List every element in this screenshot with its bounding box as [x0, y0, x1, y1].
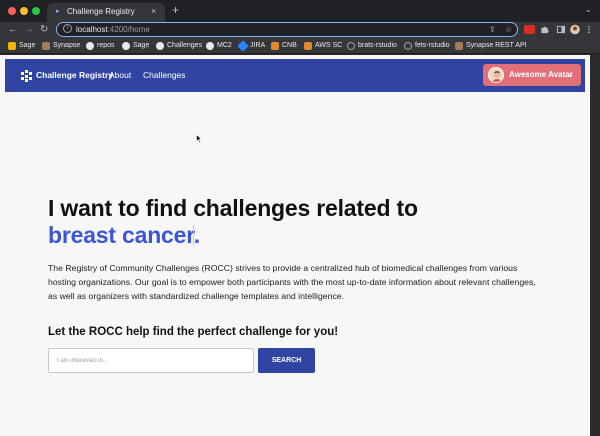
- bookmark-label: repos: [97, 42, 115, 49]
- bookmark-label: JIRA: [250, 42, 266, 49]
- globe-icon: [347, 41, 355, 50]
- nav-link-about[interactable]: About: [109, 69, 131, 82]
- share-icon[interactable]: ⇪: [489, 24, 496, 35]
- chevron-icon: ▸: [56, 8, 60, 15]
- bookmark-label: Synapse REST API: [466, 42, 527, 49]
- window-close-button[interactable]: [8, 7, 16, 15]
- page-viewport: Challenge Registry About Challenges Awes…: [0, 55, 600, 436]
- bookmark-synapse-rest-api[interactable]: Synapse REST API: [455, 40, 527, 51]
- typing-caret: [193, 225, 194, 245]
- logo-icon[interactable]: [21, 70, 33, 82]
- hero-topic: breast cancer.: [48, 222, 200, 248]
- github-icon: [86, 41, 94, 50]
- user-name: Awesome Avatar: [509, 70, 573, 79]
- mouse-cursor-icon: [196, 134, 202, 143]
- close-icon[interactable]: ×: [151, 5, 156, 18]
- sage-icon: [8, 41, 16, 50]
- new-tab-button[interactable]: +: [172, 4, 179, 17]
- avatar: [488, 67, 504, 83]
- bookmark-synapse[interactable]: Synapse: [42, 40, 80, 51]
- address-url[interactable]: localhost:4200/home: [76, 24, 150, 35]
- bookmark-label: AWS SC: [315, 42, 343, 49]
- bookmark-label: Sage: [19, 42, 36, 49]
- bookmark-label: Synapse: [53, 42, 81, 49]
- bookmark-sage-github[interactable]: Sage: [122, 40, 149, 51]
- user-menu-button[interactable]: Awesome Avatar ⌄: [483, 64, 581, 86]
- bookmark-label: fets-rstudio: [415, 42, 450, 49]
- window-edge: [590, 55, 600, 436]
- chevron-down-icon: ⌄: [567, 70, 574, 79]
- address-bar[interactable]: i localhost:4200/home ⇪ ☆: [56, 22, 518, 37]
- bookmark-repos[interactable]: repos: [86, 40, 115, 51]
- aws-icon: [271, 41, 279, 50]
- puzzle-icon[interactable]: [540, 25, 550, 34]
- bookmark-label: Sage: [133, 42, 150, 49]
- window-maximize-button[interactable]: [32, 7, 40, 15]
- search-prompt-heading: Let the ROCC help find the perfect chall…: [48, 326, 339, 338]
- app-navbar: Challenge Registry About Challenges Awes…: [5, 59, 585, 92]
- synapse-icon: [455, 41, 463, 50]
- avatar-face-icon: [492, 71, 502, 82]
- bookmark-challenges[interactable]: Challenges: [156, 40, 202, 51]
- side-panel-icon[interactable]: [556, 25, 566, 34]
- forward-button[interactable]: →: [24, 23, 34, 36]
- address-path: :4200/home: [107, 25, 150, 34]
- hero-title: I want to find challenges related to: [48, 195, 418, 221]
- aws-icon: [304, 41, 312, 50]
- bookmark-label: Challenges: [167, 42, 203, 49]
- tab-title: Challenge Registry: [67, 7, 135, 16]
- synapse-icon: [42, 41, 50, 50]
- chevron-down-icon[interactable]: ⌄: [585, 5, 592, 14]
- bookmark-aws-sc[interactable]: AWS SC: [304, 40, 342, 51]
- search-input[interactable]: [48, 348, 254, 373]
- more-menu-icon[interactable]: [586, 25, 592, 34]
- browser-tab-strip: ▸ Challenge Registry × + ⌄: [0, 0, 600, 22]
- back-button[interactable]: ←: [8, 23, 18, 36]
- bookmark-jira[interactable]: JIRA: [237, 39, 266, 52]
- bookmarks-bar: Sage Synapse repos Sage Challenges MC2 J…: [0, 37, 600, 54]
- bookmark-label: MC2: [217, 42, 232, 49]
- search-button[interactable]: SEARCH: [258, 348, 315, 373]
- address-host: localhost: [76, 25, 108, 34]
- bookmark-fets-rstudio[interactable]: fets-rstudio: [404, 40, 450, 51]
- browser-tab[interactable]: ▸ Challenge Registry ×: [47, 3, 165, 22]
- window-minimize-button[interactable]: [20, 7, 28, 15]
- reload-button[interactable]: ↻: [40, 23, 48, 36]
- intro-paragraph: The Registry of Community Challenges (RO…: [48, 263, 536, 301]
- github-icon: [206, 41, 214, 50]
- bookmark-cnb[interactable]: CNB: [271, 40, 297, 51]
- github-icon: [122, 41, 130, 50]
- bookmark-label: CNB: [282, 42, 297, 49]
- jira-icon: [237, 39, 249, 52]
- bookmark-sage[interactable]: Sage: [8, 40, 35, 51]
- globe-icon: [404, 41, 412, 50]
- github-icon: [156, 41, 164, 50]
- extension-icon[interactable]: [524, 25, 535, 34]
- bookmark-brats-rstudio[interactable]: brats-rstudio: [347, 40, 397, 51]
- profile-avatar-icon[interactable]: [570, 24, 580, 35]
- info-icon[interactable]: i: [63, 24, 72, 33]
- nav-link-challenges[interactable]: Challenges: [143, 69, 186, 82]
- star-icon[interactable]: ☆: [505, 24, 512, 35]
- brand-link[interactable]: Challenge Registry: [36, 69, 113, 82]
- bookmark-label: brats-rstudio: [358, 42, 397, 49]
- bookmark-mc2[interactable]: MC2: [206, 40, 232, 51]
